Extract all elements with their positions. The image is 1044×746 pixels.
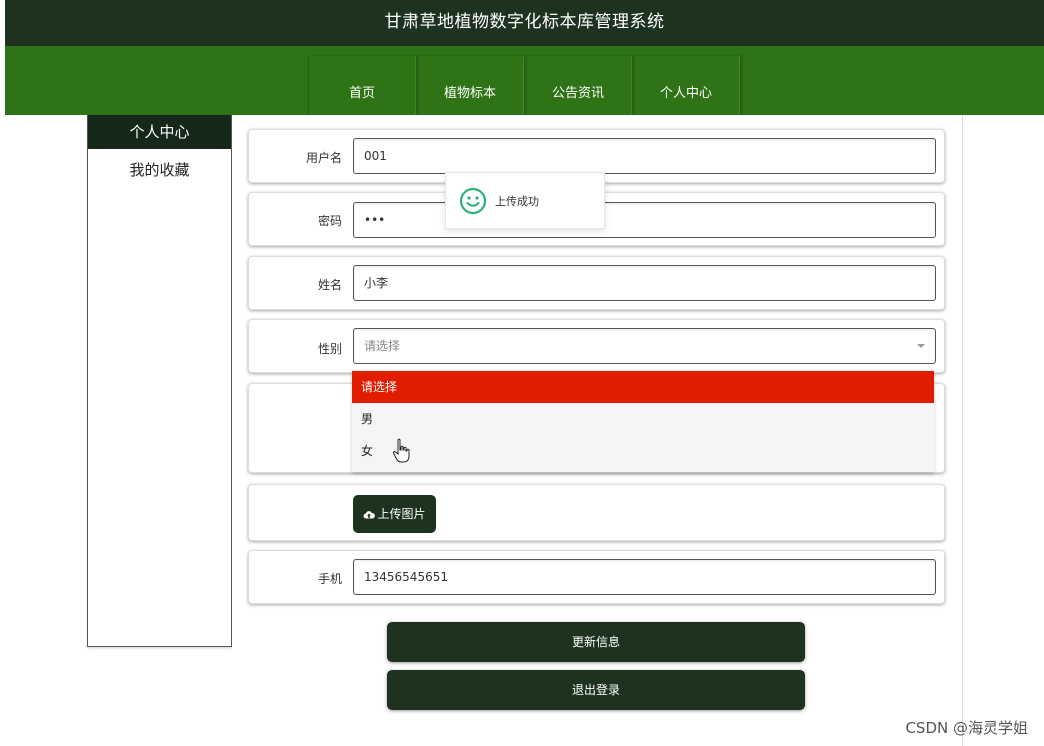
username-input[interactable]: 001 xyxy=(353,138,936,174)
upload-image-label: 上传图片 xyxy=(377,507,426,521)
name-input[interactable]: 小李 xyxy=(353,265,936,301)
gender-select-value: 请选择 xyxy=(364,339,401,353)
cloud-upload-icon xyxy=(363,511,376,519)
watermark: CSDN @海灵学姐 xyxy=(905,719,1028,737)
upload-success-toast: 上传成功 xyxy=(445,172,605,229)
main-nav: 首页 植物标本 公告资讯 个人中心 xyxy=(5,46,1044,115)
gender-dropdown: 请选择 男 女 xyxy=(352,371,934,472)
form-row-upload: 上传图片 xyxy=(248,484,945,541)
smile-icon xyxy=(459,187,487,215)
hand-cursor-icon xyxy=(392,438,410,463)
sidebar-item-personal-center[interactable]: 个人中心 xyxy=(88,115,231,149)
chevron-down-icon xyxy=(917,344,925,348)
upload-image-button[interactable]: 上传图片 xyxy=(353,495,436,533)
phone-label: 手机 xyxy=(317,572,342,586)
password-input[interactable]: ••• xyxy=(353,202,936,238)
gender-option-female[interactable]: 女 xyxy=(352,435,934,467)
nav-announcements[interactable]: 公告资讯 xyxy=(524,56,632,115)
update-info-button[interactable]: 更新信息 xyxy=(387,622,805,662)
nav-plant-specimens[interactable]: 植物标本 xyxy=(416,56,524,115)
form-row-gender: 性别 请选择 xyxy=(248,319,945,373)
header: 甘肃草地植物数字化标本库管理系统 xyxy=(5,0,1044,46)
sidebar-item-favorites[interactable]: 我的收藏 xyxy=(88,153,231,187)
nav-home[interactable]: 首页 xyxy=(308,56,416,115)
form-row-phone: 手机 13456545651 xyxy=(248,550,945,604)
logout-button[interactable]: 退出登录 xyxy=(387,670,805,710)
username-label: 用户名 xyxy=(305,151,342,165)
page: 甘肃草地植物数字化标本库管理系统 首页 植物标本 公告资讯 个人中心 个人中心 … xyxy=(0,0,1044,746)
phone-input[interactable]: 13456545651 xyxy=(353,559,936,595)
toast-message: 上传成功 xyxy=(495,195,539,208)
name-label: 姓名 xyxy=(317,278,342,292)
gender-option-placeholder[interactable]: 请选择 xyxy=(352,371,934,403)
nav-personal-center[interactable]: 个人中心 xyxy=(632,56,740,115)
app-title: 甘肃草地植物数字化标本库管理系统 xyxy=(384,12,665,32)
gender-option-male[interactable]: 男 xyxy=(352,403,934,435)
sidebar: 个人中心 我的收藏 xyxy=(87,115,232,647)
gender-select[interactable]: 请选择 xyxy=(353,328,936,364)
gender-label: 性别 xyxy=(317,342,342,356)
nav-tabs: 首页 植物标本 公告资讯 个人中心 xyxy=(308,56,740,115)
form-row-name: 姓名 小李 xyxy=(248,256,945,310)
password-label: 密码 xyxy=(317,214,342,228)
